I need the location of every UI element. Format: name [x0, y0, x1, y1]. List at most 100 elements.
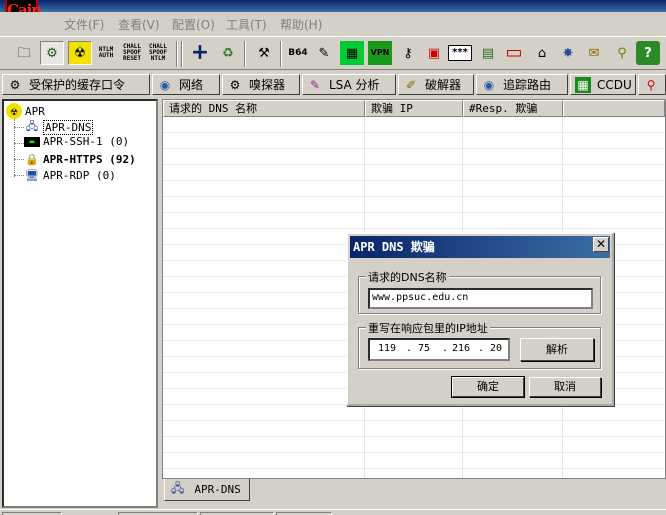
- ip-dot: .: [442, 343, 449, 354]
- decoder-icon[interactable]: ▣: [422, 41, 446, 65]
- equalizer-icon[interactable]: ▦: [340, 41, 364, 65]
- column-header-spoof-ip[interactable]: 欺骗 IP: [365, 100, 463, 117]
- ip-dot: .: [478, 343, 485, 354]
- toolbar-separator: [181, 41, 183, 67]
- key-icon[interactable]: ⚷: [396, 41, 420, 65]
- dns-name-group-label: 请求的DNS名称: [366, 269, 449, 285]
- globe-icon: ◉: [483, 77, 495, 92]
- tab-wireless[interactable]: ⚲: [638, 74, 666, 95]
- radiation-icon: ☢: [6, 103, 22, 119]
- password-mask-icon[interactable]: ***: [448, 45, 472, 61]
- network-card-icon[interactable]: ▭: [502, 41, 526, 65]
- base64-icon[interactable]: B64: [286, 41, 310, 65]
- menu-tools[interactable]: 工具(T): [226, 16, 267, 33]
- open-folder-icon[interactable]: 🗀: [12, 41, 36, 65]
- tab-label: 网络: [179, 78, 204, 92]
- close-icon[interactable]: ✕: [593, 237, 609, 252]
- menu-configure[interactable]: 配置(O): [172, 16, 215, 33]
- toolbar: 🗀 ⚙ ☢ NTLM AUTH CHALL SPOOF RESET CHALL …: [0, 36, 666, 70]
- tree-item-apr-ssh[interactable]: ▬ APR-SSH-1 (0): [24, 135, 129, 148]
- tab-lsa-secrets[interactable]: ✎ LSA 分析: [302, 74, 396, 95]
- chall-spoof-reset-icon[interactable]: CHALL SPOOF RESET: [120, 41, 144, 65]
- tree-item-apr-rdp[interactable]: 🖥 APR-RDP (0): [24, 167, 116, 183]
- lsa-icon: ✎: [309, 77, 321, 92]
- hash-calculator-icon[interactable]: ⚒: [252, 41, 276, 65]
- column-header-dns-name[interactable]: 请求的 DNS 名称: [163, 100, 365, 117]
- ip-dot: .: [406, 343, 413, 354]
- resolve-button[interactable]: 解析: [520, 338, 594, 361]
- wizard-icon[interactable]: ✎: [312, 41, 336, 65]
- dns-name-field[interactable]: www.ppsuc.edu.cn: [368, 288, 593, 309]
- chall-spoof-ntlm-icon[interactable]: CHALL SPOOF NTLM: [146, 41, 170, 65]
- tab-label: 破解器: [425, 78, 462, 92]
- ip-octet-2[interactable]: 75: [418, 341, 430, 357]
- ip-address-field[interactable]: 119 . 75 . 216 . 20: [368, 338, 510, 361]
- apr-icon[interactable]: ☢: [68, 41, 92, 65]
- remote-desktop-icon: 🖥: [25, 168, 39, 182]
- toolbar-separator: [280, 41, 282, 67]
- main-tabs: ⚙ 受保护的缓存口令 ◉ 网络 ⚙ 嗅探器 ✎ LSA 分析 ✐ 破解器 ◉ 追…: [0, 73, 666, 96]
- ip-octet-1[interactable]: 119: [378, 341, 396, 357]
- tree-item-label: APR-HTTPS (92): [43, 152, 136, 166]
- info-icon[interactable]: ?: [636, 41, 660, 65]
- status-bar: [0, 509, 666, 515]
- tree-root-label: APR: [25, 104, 45, 118]
- search-icon[interactable]: ⚲: [610, 41, 634, 65]
- tree-item-apr-https[interactable]: 🔒 APR-HTTPS (92): [24, 151, 136, 167]
- column-header-resp-spoof[interactable]: #Resp. 欺骗: [463, 100, 563, 117]
- bottom-tabs: 🖧 APR-DNS: [162, 479, 666, 503]
- ok-button[interactable]: 确定: [451, 376, 525, 398]
- menu-view[interactable]: 查看(V): [118, 16, 160, 33]
- network-icon: 🖧: [171, 481, 185, 495]
- cancel-button[interactable]: 取消: [529, 377, 601, 397]
- ip-group-label: 重写在响应包里的IP地址: [366, 320, 490, 336]
- menu-bar: 文件(F) 查看(V) 配置(O) 工具(T) 帮助(H): [0, 12, 666, 34]
- tree-item-label: APR-DNS: [43, 119, 94, 135]
- tree-item-label: APR-SSH-1 (0): [43, 135, 130, 148]
- tab-traceroute[interactable]: ◉ 追踪路由: [476, 74, 568, 95]
- tab-network[interactable]: ◉ 网络: [152, 74, 220, 95]
- ntlm-auth-icon[interactable]: NTLM AUTH: [94, 41, 118, 65]
- box-icon[interactable]: ▤: [476, 41, 500, 65]
- tab-sniffer[interactable]: ⚙ 嗅探器: [222, 74, 300, 95]
- gear-icon: ⚙: [9, 77, 21, 92]
- cracker-icon: ✐: [405, 77, 417, 92]
- ip-octet-3[interactable]: 216: [452, 341, 470, 357]
- tab-ccdu[interactable]: ▦ CCDU: [570, 74, 636, 95]
- tab-label: 嗅探器: [249, 78, 286, 92]
- tree-connector: [14, 143, 24, 144]
- vpn-icon[interactable]: VPN: [368, 41, 392, 65]
- dialog-title: APR DNS 欺骗: [350, 236, 610, 258]
- trace-icon[interactable]: ⌂: [530, 41, 554, 65]
- delete-icon[interactable]: ♻: [216, 41, 240, 65]
- tab-label: LSA 分析: [329, 78, 380, 92]
- network-icon: 🖧: [25, 119, 39, 133]
- menu-file[interactable]: 文件(F): [64, 16, 104, 33]
- apr-tree: ☢ APR 🖧 APR-DNS ▬ APR-SSH-1 (0) 🔒 APR-HT…: [2, 99, 158, 508]
- tree-connector: [14, 127, 24, 128]
- tab-protected-storage[interactable]: ⚙ 受保护的缓存口令: [2, 74, 150, 95]
- bottom-tab-apr-dns[interactable]: 🖧 APR-DNS: [164, 479, 250, 501]
- terminal-icon: ▬: [24, 136, 40, 147]
- tree-connector: [14, 159, 24, 160]
- tab-label: CCDU: [597, 77, 632, 92]
- ip-octet-4[interactable]: 20: [490, 341, 502, 357]
- lock-icon: 🔒: [25, 152, 39, 166]
- tab-cracker[interactable]: ✐ 破解器: [398, 74, 474, 95]
- tree-item-apr-dns[interactable]: 🖧 APR-DNS: [24, 119, 94, 135]
- title-bar: [0, 0, 666, 12]
- add-icon[interactable]: +: [188, 41, 212, 65]
- menu-help[interactable]: 帮助(H): [280, 16, 322, 33]
- apr-dns-spoof-dialog: APR DNS 欺骗 ✕ 请求的DNS名称 www.ppsuc.edu.cn 重…: [346, 232, 614, 406]
- column-header-empty: [563, 100, 665, 117]
- tree-connector: [14, 175, 24, 176]
- wireless-icon: ⚲: [646, 77, 656, 92]
- certificate-icon[interactable]: ✸: [556, 41, 580, 65]
- sniffer-icon[interactable]: ⚙: [40, 41, 64, 65]
- globe-icon: ◉: [159, 77, 171, 92]
- sniffer-icon: ⚙: [229, 77, 241, 92]
- toolbar-separator: [176, 41, 178, 67]
- tree-item-label: APR-RDP (0): [43, 168, 116, 182]
- license-icon[interactable]: ✉: [582, 41, 606, 65]
- tab-label: 追踪路由: [503, 78, 552, 92]
